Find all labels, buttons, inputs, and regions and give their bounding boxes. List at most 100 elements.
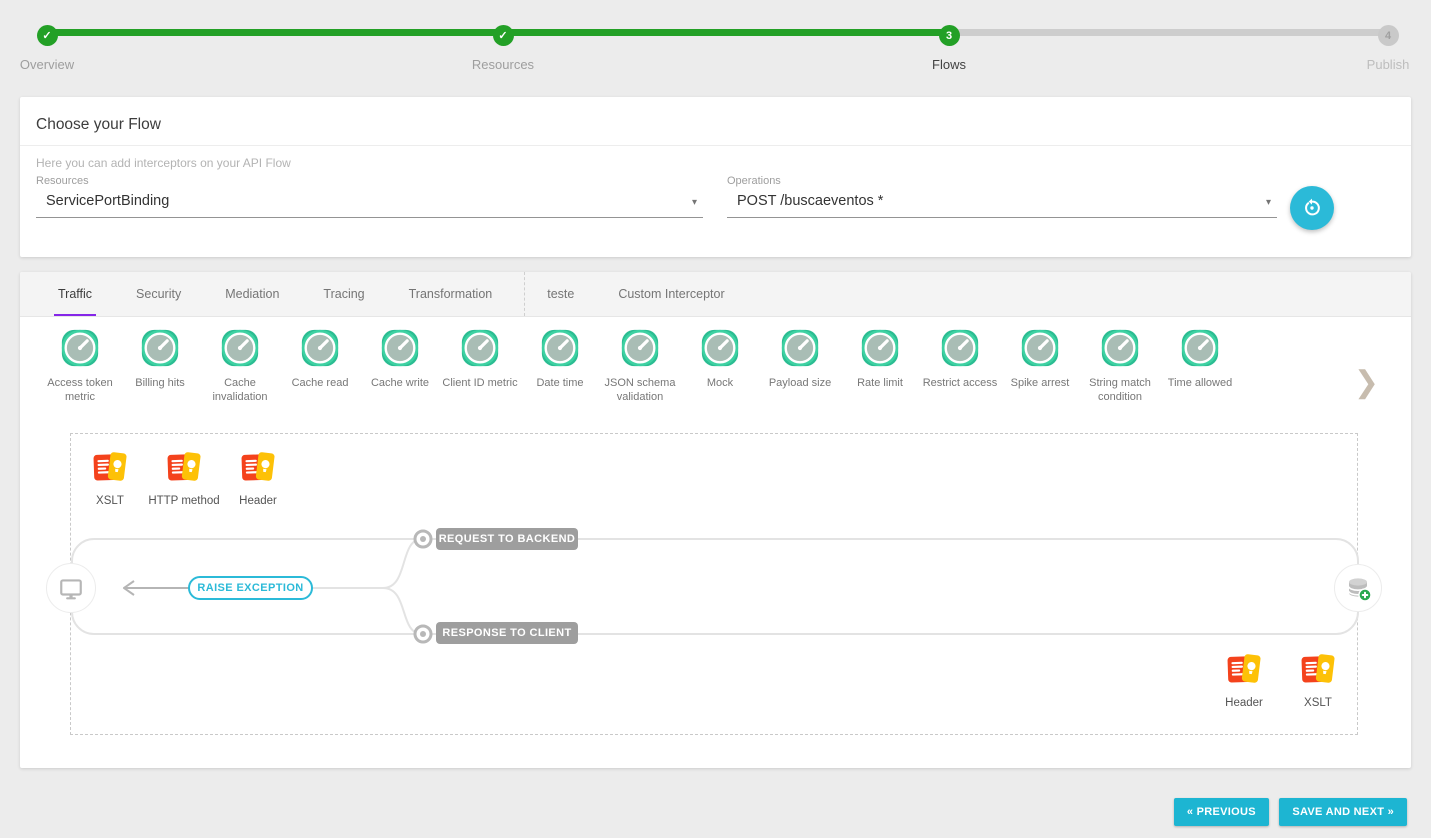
flow-interceptor-item[interactable]: XSLT <box>1281 650 1355 709</box>
wizard-footer: « PREVIOUS SAVE AND NEXT » <box>1168 798 1407 826</box>
transformation-doc-icon <box>1225 650 1263 688</box>
interceptor-item[interactable]: JSON schema validation <box>600 327 680 427</box>
previous-button[interactable]: « PREVIOUS <box>1174 798 1269 826</box>
gauge-icon <box>1099 327 1141 369</box>
chevron-right-icon[interactable]: ❯ <box>1354 365 1379 400</box>
interceptor-item[interactable]: Mock <box>680 327 760 427</box>
tab-label: Traffic <box>58 287 92 301</box>
step-circle[interactable]: 4 <box>1378 25 1399 46</box>
gauge-icon <box>939 327 981 369</box>
reload-flow-button[interactable] <box>1290 186 1334 230</box>
interceptor-tab[interactable]: Custom Interceptor <box>596 272 746 316</box>
interceptor-item[interactable]: Date time <box>520 327 600 427</box>
card-title: Choose your Flow <box>20 97 1411 145</box>
interceptor-tab[interactable]: teste <box>524 272 596 316</box>
interceptor-item[interactable]: Cache write <box>360 327 440 427</box>
gauge-icon <box>1179 327 1221 369</box>
interceptor-label: Cache read <box>280 376 360 390</box>
transformation-doc-icon <box>91 448 129 486</box>
response-to-client-label: RESPONSE TO CLIENT <box>436 622 578 644</box>
resources-value: ServicePortBinding <box>36 187 703 209</box>
resources-label: Resources <box>36 175 703 187</box>
step-glyph: ✓ <box>498 29 507 42</box>
request-flow-node[interactable] <box>415 531 431 547</box>
interceptor-item[interactable]: Time allowed <box>1160 327 1240 427</box>
database-icon <box>1344 574 1372 602</box>
interceptor-label: Mock <box>680 376 760 390</box>
wizard-stepper: ✓ Overview ✓ Resources 3 Flows 4 <box>0 0 1431 90</box>
step-circle[interactable]: ✓ <box>37 25 58 46</box>
interceptor-label: Spike arrest <box>1000 376 1080 390</box>
interceptor-palette: Access token metric Billing hits <box>20 317 1411 427</box>
interceptor-item[interactable]: Client ID metric <box>440 327 520 427</box>
stepper-step: ✓ Overview <box>0 25 117 72</box>
response-flow-interceptors: Header <box>1207 650 1355 709</box>
interceptor-item[interactable]: Billing hits <box>120 327 200 427</box>
gauge-icon <box>379 327 421 369</box>
choose-flow-card: Choose your Flow Here you can add interc… <box>20 97 1411 257</box>
step-glyph: 4 <box>1385 30 1391 42</box>
step-circle[interactable]: 3 <box>939 25 960 46</box>
transformation-doc-icon <box>1299 650 1337 688</box>
interceptor-label: String match condition <box>1080 376 1160 405</box>
step-circle[interactable]: ✓ <box>493 25 514 46</box>
flow-interceptor-item[interactable]: XSLT <box>73 448 147 507</box>
flow-interceptor-label: Header <box>221 495 295 507</box>
interceptor-item[interactable]: String match condition <box>1080 327 1160 427</box>
interceptor-item[interactable]: Cache invalidation <box>200 327 280 427</box>
flow-interceptor-label: XSLT <box>1281 697 1355 709</box>
step-glyph: 3 <box>946 30 952 42</box>
gauge-icon <box>459 327 501 369</box>
gauge-icon <box>619 327 661 369</box>
flow-canvas[interactable]: XSLT <box>70 433 1358 735</box>
step-glyph: ✓ <box>42 29 51 42</box>
response-flow-node[interactable] <box>415 626 431 642</box>
flow-interceptor-item[interactable]: Header <box>221 448 295 507</box>
save-and-next-button[interactable]: SAVE AND NEXT » <box>1279 798 1407 826</box>
gauge-icon <box>1019 327 1061 369</box>
tab-label: Mediation <box>225 287 279 301</box>
interceptor-tab[interactable]: Tracing <box>301 272 386 316</box>
gauge-icon <box>779 327 821 369</box>
add-backend-icon <box>1359 589 1371 601</box>
interceptor-item[interactable]: Cache read <box>280 327 360 427</box>
tab-label: Transformation <box>409 287 493 301</box>
interceptor-tab[interactable]: Mediation <box>203 272 301 316</box>
interceptor-tab[interactable]: Traffic <box>36 272 114 316</box>
interceptor-item[interactable]: Spike arrest <box>1000 327 1080 427</box>
gauge-icon <box>219 327 261 369</box>
operations-value: POST /buscaeventos * <box>727 187 1277 209</box>
interceptor-label: Restrict access <box>920 376 1000 390</box>
request-flow-interceptors: XSLT <box>73 448 295 507</box>
interceptor-label: Access token metric <box>40 376 120 405</box>
interceptors-panel: Traffic Security Mediation Tracing Trans… <box>20 272 1411 768</box>
stepper-step: 3 Flows <box>879 25 1019 72</box>
interceptor-tab[interactable]: Transformation <box>387 272 515 316</box>
interceptor-label: Time allowed <box>1160 376 1240 390</box>
gauge-icon <box>539 327 581 369</box>
interceptor-item[interactable]: Restrict access <box>920 327 1000 427</box>
flow-interceptor-label: XSLT <box>73 495 147 507</box>
interceptor-label: Date time <box>520 376 600 390</box>
flow-interceptor-item[interactable]: Header <box>1207 650 1281 709</box>
step-label: Resources <box>433 57 573 72</box>
operations-select[interactable]: Operations POST /buscaeventos * ▾ <box>727 175 1277 218</box>
raise-exception-button[interactable]: RAISE EXCEPTION <box>188 576 313 600</box>
monitor-icon <box>58 575 84 601</box>
gauge-icon <box>59 327 101 369</box>
dropdown-caret-icon[interactable]: ▾ <box>1266 197 1271 208</box>
interceptor-label: Cache invalidation <box>200 376 280 405</box>
resources-select[interactable]: Resources ServicePortBinding ▾ <box>36 175 703 218</box>
client-endpoint[interactable] <box>46 563 96 613</box>
interceptor-item[interactable]: Access token metric <box>40 327 120 427</box>
interceptor-item[interactable]: Payload size <box>760 327 840 427</box>
dropdown-caret-icon[interactable]: ▾ <box>692 197 697 208</box>
flow-interceptor-label: HTTP method <box>147 495 221 507</box>
backend-endpoint[interactable] <box>1334 564 1382 612</box>
tab-label: Tracing <box>323 287 364 301</box>
interceptor-tab[interactable]: Security <box>114 272 203 316</box>
step-label: Publish <box>1318 57 1431 72</box>
interceptor-item[interactable]: Rate limit <box>840 327 920 427</box>
flow-interceptor-item[interactable]: HTTP method <box>147 448 221 507</box>
transformation-doc-icon <box>239 448 277 486</box>
